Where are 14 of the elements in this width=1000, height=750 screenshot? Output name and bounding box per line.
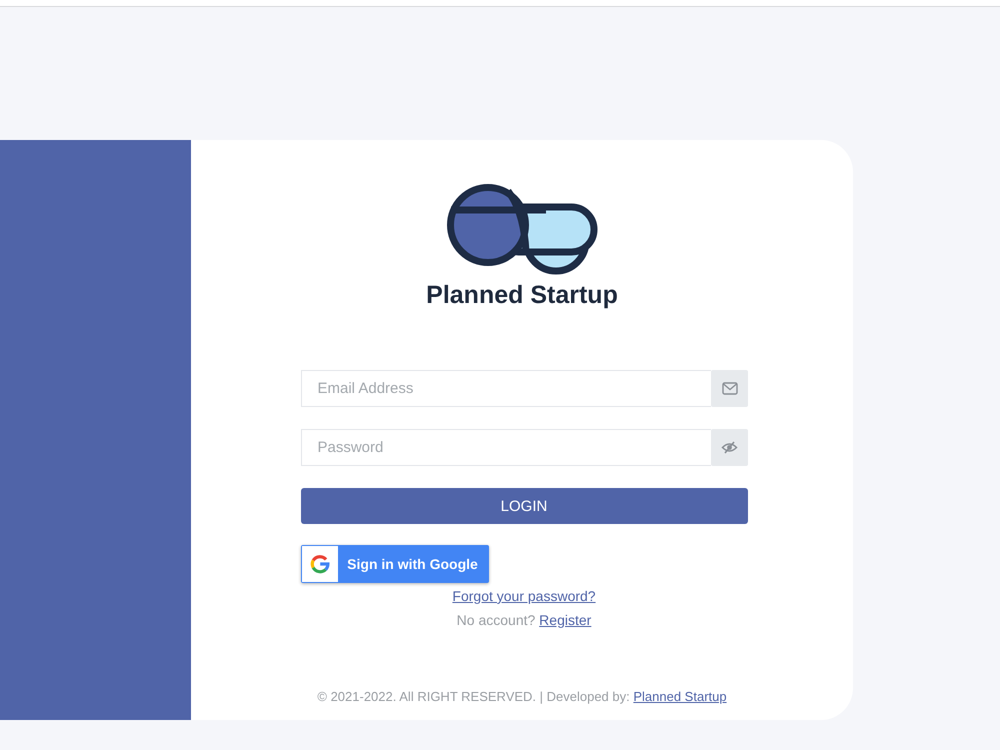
copyright-text: © 2021-2022. All RIGHT RESERVED. | Developed by: Planned Startup [317, 688, 727, 706]
register-text: No account? Register [456, 611, 592, 630]
brand-name: Planned Startup [426, 281, 618, 309]
login-button[interactable]: LOGIN [300, 488, 748, 524]
forgot-password-link[interactable]: Forgot your password? [452, 586, 596, 606]
password-field[interactable]: Password [300, 429, 710, 466]
developer-link[interactable]: Planned Startup [633, 689, 727, 704]
email-field[interactable]: Email Address [300, 370, 710, 407]
register-link[interactable]: Register [539, 612, 592, 628]
envelope-icon [710, 370, 748, 407]
g-logo-icon [302, 546, 338, 582]
eye-slash-icon[interactable] [710, 429, 748, 466]
logo-icon [446, 182, 598, 277]
google-sign-in-button[interactable]: Sign in with Google [300, 545, 488, 583]
